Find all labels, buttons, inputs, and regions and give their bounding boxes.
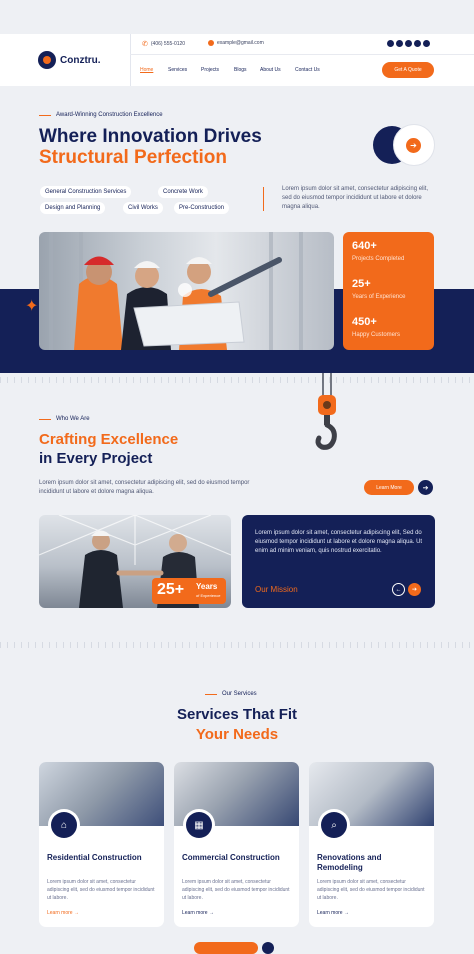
nav-blogs[interactable]: Blogs [234, 67, 247, 73]
linkedin-icon[interactable] [423, 40, 430, 47]
instagram-icon[interactable] [405, 40, 412, 47]
hero-image-engineers [39, 232, 334, 350]
social-links [387, 40, 430, 47]
mission-text: Lorem ipsum dolor sit amet, consectetur … [255, 530, 423, 554]
card-link-text: Learn more [47, 910, 73, 916]
services-eyebrow-text: Our Services [222, 691, 257, 697]
service-card-commercial[interactable]: ▦ Commercial Construction Lorem ipsum do… [174, 762, 299, 927]
building-icon: ▦ [183, 809, 215, 841]
arrow-button[interactable] [262, 942, 274, 954]
card-learn-more-link[interactable]: Learn more → [182, 910, 214, 916]
card-text: Lorem ipsum dolor sit amet, consectetur … [317, 879, 425, 901]
card-title: Commercial Construction [182, 853, 280, 862]
arrow-right-icon: ➔ [406, 138, 421, 153]
next-arrow-button[interactable]: ➔ [408, 583, 421, 596]
engineers-illustration [49, 232, 303, 350]
logo[interactable]: Conztru. [38, 51, 101, 69]
card-link-text: Learn more [317, 910, 343, 916]
chip-design-planning[interactable]: Design and Planning [40, 202, 106, 214]
about-paragraph: Lorem ipsum dolor sit amet, consectetur … [39, 480, 250, 495]
stat-years-value: 25+ [352, 278, 371, 290]
about-eyebrow: Who We Are [39, 416, 90, 422]
services-title-line1: Services That Fit [176, 706, 298, 723]
card-title: Residential Construction [47, 853, 142, 862]
nav-about[interactable]: About Us [260, 67, 281, 73]
hero-divider [263, 187, 264, 211]
phone-icon: ✆ [142, 41, 148, 48]
crane-hook-icon [315, 373, 337, 450]
nav-contact[interactable]: Contact Us [295, 67, 320, 73]
hero-title-line2: Structural Perfection [39, 147, 227, 168]
chip-civil-works[interactable]: Civil Works [123, 202, 163, 214]
x-icon[interactable] [396, 40, 403, 47]
arrow-right-button[interactable]: ➔ [418, 480, 433, 495]
hero-eyebrow-text: Award-Winning Construction Excellence [56, 112, 163, 118]
arrow-right-icon: → [208, 910, 214, 916]
logo-text: Conztru. [60, 54, 101, 66]
header-divider [130, 34, 131, 86]
years-sub: of Experience [196, 593, 221, 598]
hero-title-line1: Where Innovation Drives [39, 126, 262, 147]
sparkle-icon: ✦ [25, 298, 39, 315]
card-link-text: Learn more [182, 910, 208, 916]
arrow-right-icon: → [73, 910, 79, 916]
arrow-right-icon: → [343, 910, 349, 916]
facebook-icon[interactable] [387, 40, 394, 47]
card-learn-more-link[interactable]: Learn more → [47, 910, 79, 916]
phone-contact[interactable]: ✆ (406) 555-0120 [142, 40, 185, 48]
nav-projects[interactable]: Projects [201, 67, 219, 73]
years-value: 25+ [157, 581, 185, 598]
email-contact[interactable]: example@gmail.com [208, 40, 264, 46]
get-quote-button[interactable]: Get A Quote [382, 62, 434, 78]
mission-label: Our Mission [255, 585, 298, 594]
chip-pre-construction[interactable]: Pre-Construction [174, 202, 230, 214]
about-title-line1: Crafting Excellence [39, 431, 179, 448]
service-card-renovations[interactable]: ⌕ Renovations and Remodeling Lorem ipsum… [309, 762, 434, 927]
years-badge: 25+ Years of Experience [152, 578, 226, 604]
stat-projects-value: 640+ [352, 240, 377, 252]
about-title-line2: in Every Project [39, 450, 153, 467]
services-eyebrow: Our Services [205, 691, 257, 697]
chip-concrete-work[interactable]: Concrete Work [158, 186, 208, 198]
stat-projects-label: Projects Completed [352, 256, 405, 262]
stats-panel: 640+ Projects Completed 25+ Years of Exp… [343, 232, 434, 350]
stat-customers-label: Happy Customers [352, 332, 401, 338]
hero-title: Where Innovation Drives Structural Perfe… [39, 126, 262, 168]
mail-icon [208, 40, 214, 46]
nav-services[interactable]: Services [168, 67, 187, 73]
hero-eyebrow: Award-Winning Construction Excellence [39, 112, 163, 118]
pinterest-icon[interactable] [414, 40, 421, 47]
rotating-badge[interactable]: ➔ [373, 124, 435, 166]
stat-customers-value: 450+ [352, 316, 377, 328]
house-icon: ⌂ [48, 809, 80, 841]
hero-paragraph: Lorem ipsum dolor sit amet, consectetur … [282, 186, 429, 210]
stat-years-label: Years of Experience [352, 294, 406, 300]
years-label: Years [196, 582, 218, 591]
header-rule [130, 54, 474, 55]
card-title: Renovations and Remodeling [317, 853, 382, 872]
phone-number: (406) 555-0120 [150, 41, 186, 47]
view-all-button[interactable] [194, 942, 258, 954]
email-address: example@gmail.com [217, 40, 264, 46]
chip-general-construction[interactable]: General Construction Services [40, 186, 132, 198]
about-title: Crafting Excellence in Every Project [39, 430, 178, 468]
services-title-line2: Your Needs [195, 726, 279, 743]
card-learn-more-link[interactable]: Learn more → [317, 910, 349, 916]
nav-home[interactable]: Home [140, 67, 153, 73]
ruler-divider-bottom [0, 642, 474, 648]
search-house-icon: ⌕ [318, 809, 350, 841]
service-card-residential[interactable]: ⌂ Residential Construction Lorem ipsum d… [39, 762, 164, 927]
card-text: Lorem ipsum dolor sit amet, consectetur … [182, 879, 290, 901]
card-text: Lorem ipsum dolor sit amet, consectetur … [47, 879, 155, 901]
learn-more-button[interactable]: Learn More [364, 480, 414, 495]
ruler-divider-top [0, 377, 474, 383]
about-eyebrow-text: Who We Are [56, 416, 90, 422]
mission-card: Lorem ipsum dolor sit amet, consectetur … [242, 515, 435, 608]
logo-mark [38, 51, 56, 69]
prev-arrow-button[interactable]: ← [392, 583, 405, 596]
